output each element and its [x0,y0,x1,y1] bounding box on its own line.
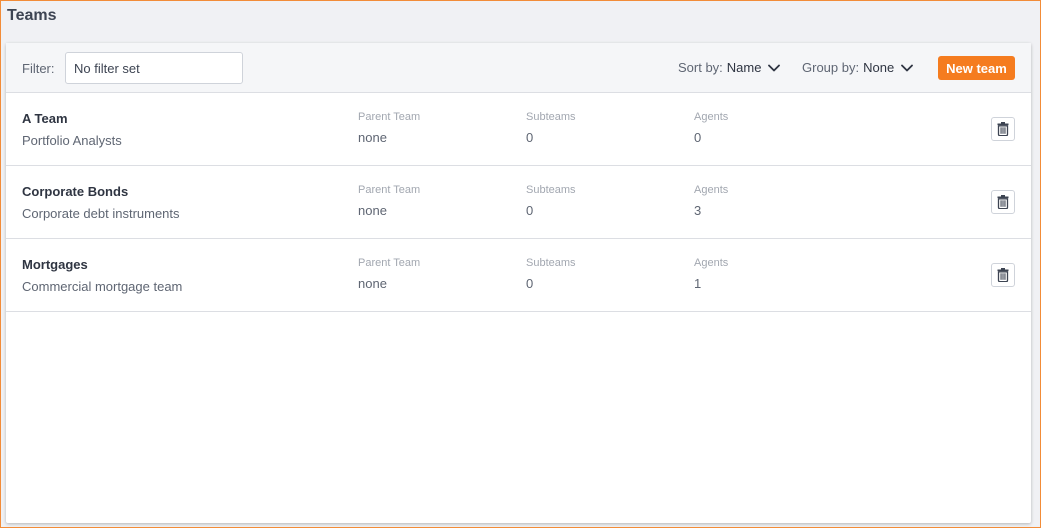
toolbar: Filter: Sort by: Name Group by: None New… [6,43,1031,93]
agents-value: 1 [694,276,702,291]
agents-label: Agents [694,184,729,196]
parent-team-label: Parent Team [358,184,421,196]
chevron-down-icon [768,64,781,71]
delete-team-button[interactable] [991,190,1015,214]
group-label: Group by: [802,60,860,75]
team-row[interactable]: A Team Portfolio Analysts Parent Team no… [6,93,1031,166]
agents-label: Agents [694,111,729,123]
agents-value: 0 [694,130,702,145]
subteams-label: Subteams [526,184,576,196]
sort-label: Sort by: [678,60,723,75]
trash-icon [997,195,1009,209]
subteams-value: 0 [526,130,534,145]
teams-panel: Filter: Sort by: Name Group by: None New… [6,43,1031,523]
trash-icon [997,122,1009,136]
subteams-value: 0 [526,276,534,291]
group-value: None [863,60,895,75]
page-title: Teams [7,7,57,24]
group-dropdown[interactable]: Group by: None [802,60,914,75]
filter-label: Filter: [22,61,55,76]
subteams-label: Subteams [526,257,576,269]
team-name: A Team [22,111,68,126]
team-row[interactable]: Mortgages Commercial mortgage team Paren… [6,239,1031,312]
parent-team-value: none [358,276,387,291]
team-row[interactable]: Corporate Bonds Corporate debt instrumen… [6,166,1031,239]
agents-label: Agents [694,257,729,269]
parent-team-value: none [358,130,387,145]
parent-team-label: Parent Team [358,257,421,269]
filter-input[interactable] [65,52,243,84]
team-name: Mortgages [22,257,88,272]
team-description: Commercial mortgage team [22,279,183,294]
subteams-label: Subteams [526,111,576,123]
parent-team-value: none [358,203,387,218]
sort-dropdown[interactable]: Sort by: Name [678,60,781,75]
team-name: Corporate Bonds [22,184,129,199]
new-team-button[interactable]: New team [938,56,1015,80]
team-description: Portfolio Analysts [22,133,122,148]
delete-team-button[interactable] [991,117,1015,141]
sort-value: Name [726,60,762,75]
team-list: A Team Portfolio Analysts Parent Team no… [6,93,1031,312]
parent-team-label: Parent Team [358,111,421,123]
subteams-value: 0 [526,203,534,218]
team-description: Corporate debt instruments [22,206,180,221]
chevron-down-icon [901,64,914,71]
agents-value: 3 [694,203,702,218]
trash-icon [997,268,1009,282]
delete-team-button[interactable] [991,263,1015,287]
